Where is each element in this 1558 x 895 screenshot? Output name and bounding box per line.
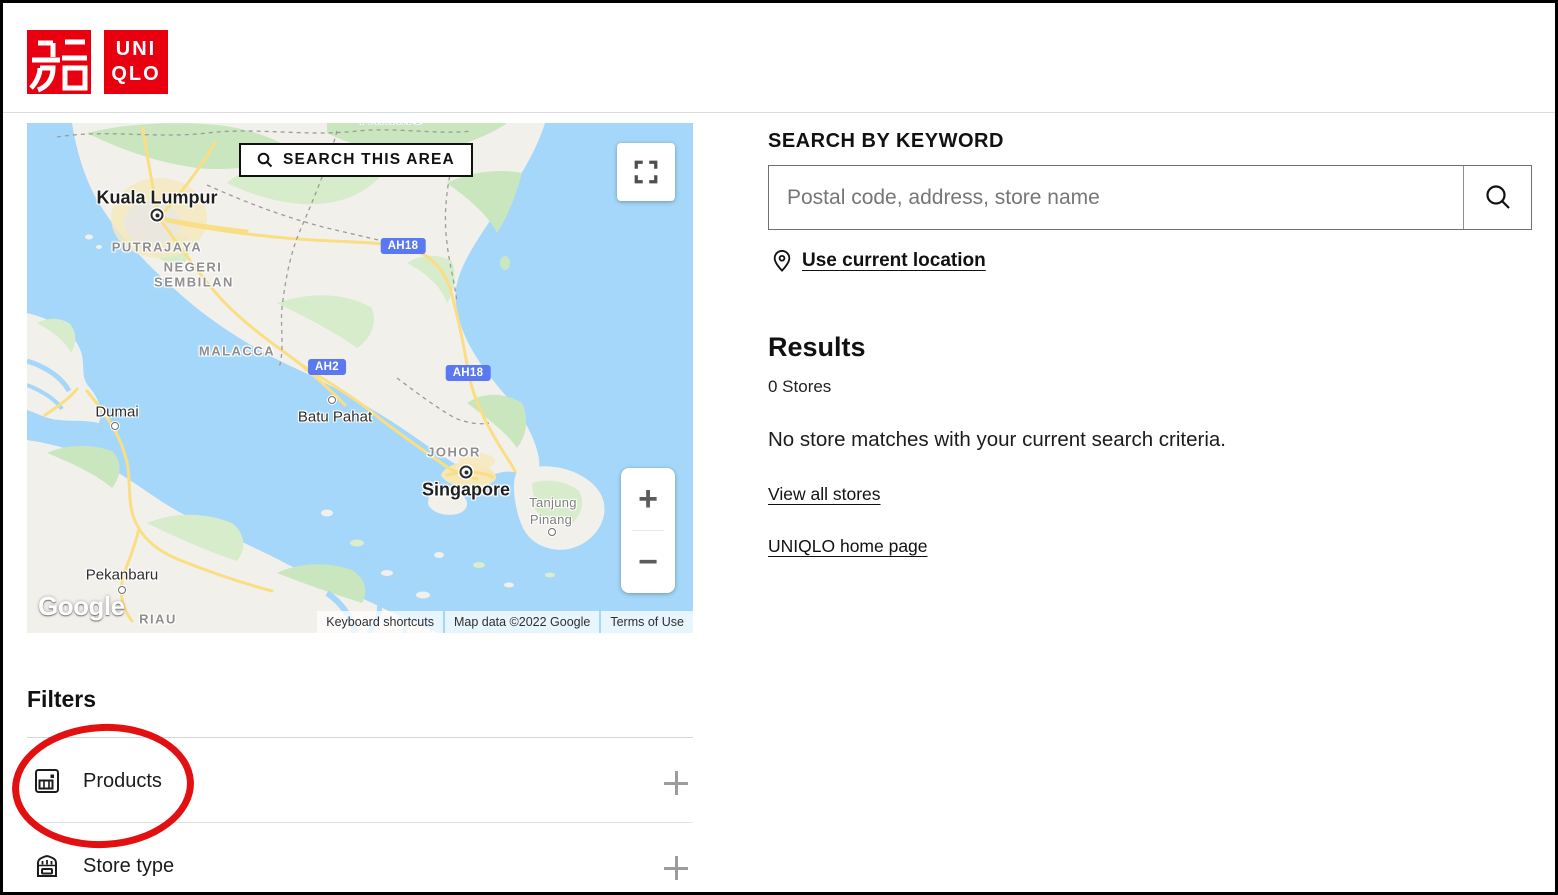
use-current-location-link[interactable]: Use current location <box>771 249 986 273</box>
map-label-malacca: MALACCA <box>199 344 275 359</box>
fullscreen-button[interactable] <box>617 143 675 201</box>
store-type-shop-icon <box>33 852 61 885</box>
filter-products-label: Products <box>83 770 162 793</box>
fullscreen-icon <box>633 159 659 185</box>
zoom-in-button[interactable]: + <box>621 468 675 530</box>
map-label-riau: RIAU <box>139 612 177 627</box>
map-label-negeri: NEGERI <box>164 260 223 275</box>
page: UNI QLO <box>0 0 1558 895</box>
keyword-search-box <box>768 165 1532 230</box>
map-label-dumai: Dumai <box>95 404 138 421</box>
map-label-kuala-lumpur: Kuala Lumpur <box>96 188 217 209</box>
map-marker-singapore <box>460 466 473 479</box>
zoom-control: + − <box>621 468 675 593</box>
expand-products-icon[interactable] <box>664 771 688 795</box>
header: UNI QLO <box>3 3 1555 113</box>
search-icon <box>1483 183 1513 213</box>
search-this-area-label: SEARCH THIS AREA <box>283 151 455 169</box>
search-by-keyword-heading: SEARCH BY KEYWORD <box>768 130 1004 153</box>
results-count: 0 Stores <box>768 377 831 397</box>
map-attribution: Keyboard shortcuts Map data ©2022 Google… <box>317 611 693 633</box>
products-storefront-icon <box>33 767 61 800</box>
keyword-search-button[interactable] <box>1463 166 1531 229</box>
uniqlo-logo-ja-icon <box>27 30 91 94</box>
terms-of-use-link[interactable]: Terms of Use <box>601 611 693 633</box>
map-label-batu-pahat: Batu Pahat <box>298 409 372 426</box>
map-label-singapore: Singapore <box>422 480 510 501</box>
road-shield-ah18-2: AH18 <box>446 365 491 381</box>
search-icon <box>257 152 273 168</box>
map-marker-tanjung-pinang <box>548 528 556 536</box>
map-label-johor: JOHOR <box>427 445 481 460</box>
map-marker-kuala-lumpur <box>151 209 164 222</box>
map-label-pekanbaru: Pekanbaru <box>86 567 159 584</box>
map-label-pahang: PAHANG <box>360 123 424 127</box>
search-this-area-button[interactable]: SEARCH THIS AREA <box>239 143 473 177</box>
results-heading: Results <box>768 332 866 363</box>
keyword-search-input[interactable] <box>769 166 1463 229</box>
map-data-attribution: Map data ©2022 Google <box>445 611 599 633</box>
road-shield-ah18: AH18 <box>381 238 426 254</box>
map-label-tanjung: Tanjung <box>529 495 577 511</box>
use-current-location-label: Use current location <box>802 250 986 272</box>
results-empty-message: No store matches with your current searc… <box>768 428 1226 452</box>
map-label-sembilan: SEMBILAN <box>154 275 234 290</box>
map-canvas[interactable]: PAHANG Kuala Lumpur PUTRAJAYA NEGERI SEM… <box>27 123 693 633</box>
location-pin-icon <box>771 249 793 273</box>
map-label-pinang: Pinang <box>530 512 572 528</box>
road-shield-ah2: AH2 <box>308 359 346 375</box>
google-logo[interactable]: Google <box>38 591 125 622</box>
expand-store-type-icon[interactable] <box>664 856 688 880</box>
uniqlo-logo-en: UNI QLO <box>104 30 168 94</box>
view-all-stores-link[interactable]: View all stores <box>768 484 881 505</box>
map-marker-dumai <box>111 422 119 430</box>
filter-store-type-label: Store type <box>83 855 174 878</box>
uniqlo-logo[interactable]: UNI QLO <box>27 30 168 94</box>
uniqlo-home-page-link[interactable]: UNIQLO home page <box>768 536 928 557</box>
keyboard-shortcuts-link[interactable]: Keyboard shortcuts <box>317 611 443 633</box>
map-marker-batu-pahat <box>328 396 336 404</box>
filters-heading: Filters <box>27 686 96 713</box>
zoom-out-button[interactable]: − <box>621 531 675 593</box>
map-label-putrajaya: PUTRAJAYA <box>112 240 203 255</box>
